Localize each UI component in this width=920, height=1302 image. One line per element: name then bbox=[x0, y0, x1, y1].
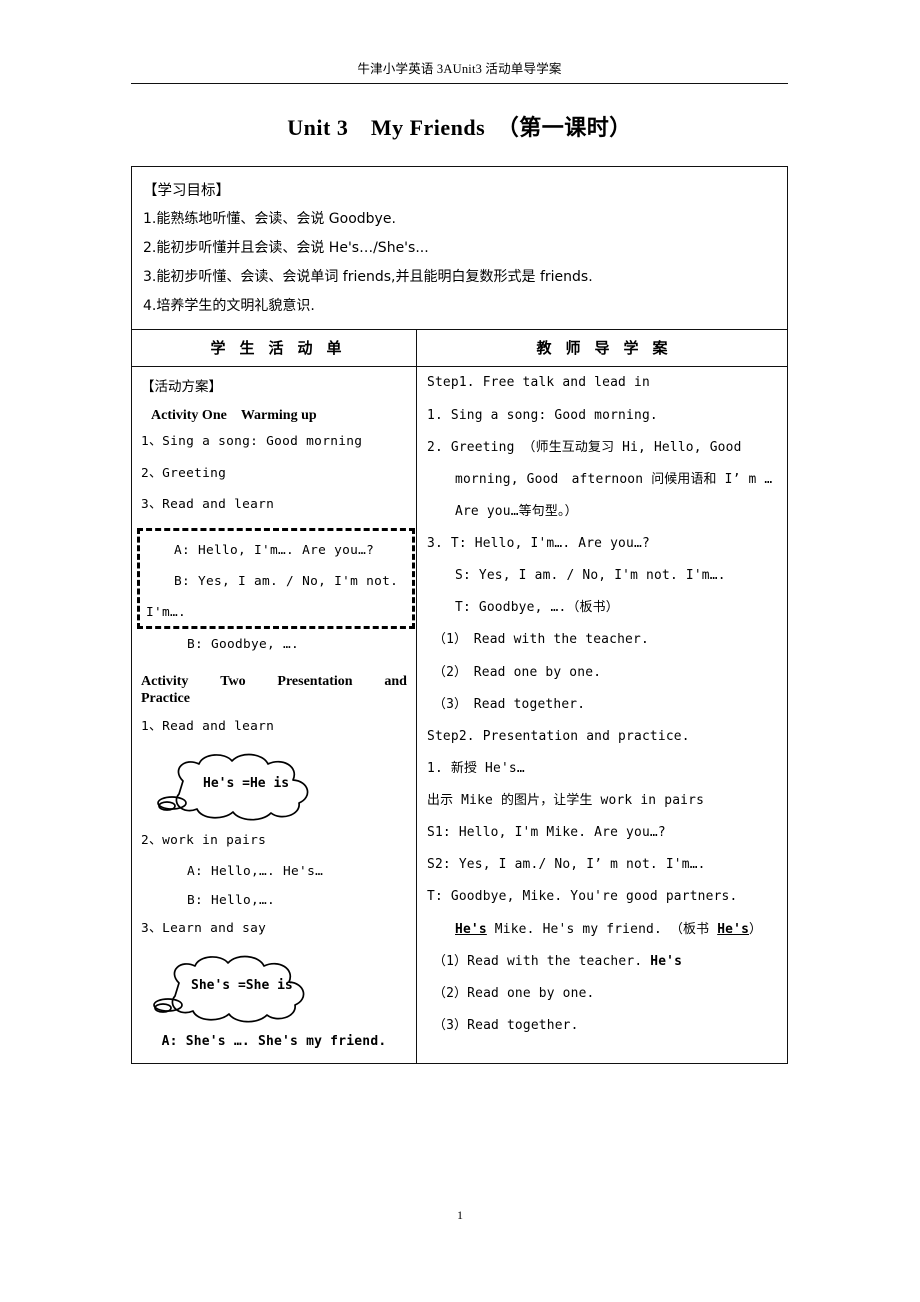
lesson-body-row: 【活动方案】 Activity One Warming up 1、Sing a … bbox=[132, 367, 787, 1064]
page-number: 1 bbox=[457, 1208, 463, 1222]
step1-item-2-cont: morning, Good afternoon 问候用语和 I’ m … bbox=[455, 471, 773, 487]
cloud-bubble-text: She's =She is bbox=[191, 978, 293, 994]
activity-two-word: Presentation bbox=[277, 674, 353, 690]
activity-plan-heading: 【活动方案】 bbox=[141, 379, 222, 396]
activity-two-word: Activity bbox=[141, 674, 189, 690]
activity-one-item: 2、Greeting bbox=[141, 465, 227, 481]
activity-one-item: 1、Sing a song: Good morning bbox=[141, 434, 363, 450]
objective-item: 2.能初步听懂并且会读、会说 He's…/She's... bbox=[143, 240, 429, 257]
activity-two-title: Activity Two Presentation and bbox=[141, 674, 407, 690]
dialogue-line-b: B: Yes, I am. / No, I'm not. bbox=[174, 574, 399, 590]
dialogue-line-a: A: Hello, I'm…. Are you…? bbox=[174, 543, 375, 559]
dialogue-line-c: I'm…. bbox=[146, 605, 187, 621]
step2-sub-3: （3）Read together. bbox=[433, 1017, 579, 1033]
learning-objectives-cell: 【学习目标】 1.能熟练地听懂、会读、会说 Goodbye. 2.能初步听懂并且… bbox=[132, 167, 787, 331]
pair-line-a: A: Hello,…. He's… bbox=[187, 864, 324, 880]
step1-heading: Step1. Free talk and lead in bbox=[427, 375, 650, 391]
step1-sub-1: （1） Read with the teacher. bbox=[433, 632, 649, 648]
cloud-bubble-text: He's =He is bbox=[203, 775, 290, 791]
cloud-bubble-hes: He's =He is bbox=[141, 751, 407, 823]
step2-show-picture: 出示 Mike 的图片，让学生 work in pairs bbox=[427, 793, 705, 808]
page-title: Unit 3 My Friends （第一课时） bbox=[287, 115, 632, 140]
step2-heading: Step2. Presentation and practice. bbox=[427, 728, 690, 744]
student-activity-cell: 【活动方案】 Activity One Warming up 1、Sing a … bbox=[132, 367, 417, 1064]
step1-item-3-teacher-2: T: Goodbye, ….（板书） bbox=[455, 600, 619, 616]
document-page: 牛津小学英语 3AUnit3 活动单导学案 Unit 3 My Friends … bbox=[0, 0, 920, 1302]
objective-item: 4.培养学生的文明礼貌意识. bbox=[143, 298, 315, 315]
student-column-header: 学生活动单 bbox=[132, 330, 417, 367]
activity-two-item: 1、Read and learn bbox=[141, 719, 275, 735]
step2-sub-2: （2）Read one by one. bbox=[433, 985, 595, 1001]
step1-item-1: 1. Sing a song: Good morning. bbox=[427, 407, 658, 423]
teacher-guide-cell: Step1. Free talk and lead in 1. Sing a s… bbox=[417, 367, 787, 1063]
activity-two-item: 2、work in pairs bbox=[141, 832, 267, 848]
step2-sub-1-bold: He's bbox=[650, 953, 683, 969]
activity-one-item: 3、Read and learn bbox=[141, 497, 275, 513]
activity-two-item: 3、Learn and say bbox=[141, 921, 267, 937]
activity-one-title: Activity One Warming up bbox=[151, 408, 317, 424]
step2-item-1: 1. 新授 He's… bbox=[427, 760, 525, 776]
running-header: 牛津小学英语 3AUnit3 活动单导学案 bbox=[357, 62, 562, 76]
step1-item-2: 2. Greeting （师生互动复习 Hi, Hello, Good bbox=[427, 439, 742, 455]
dialogue-dashed-box: A: Hello, I'm…. Are you…? B: Yes, I am. … bbox=[137, 528, 415, 630]
objectives-heading: 【学习目标】 bbox=[143, 183, 230, 199]
step2-student-1: S1: Hello, I'm Mike. Are you…? bbox=[427, 825, 666, 841]
hes-underline-2: He's bbox=[717, 921, 750, 937]
final-practice-line: A: She's …. She's my friend. bbox=[161, 1034, 387, 1050]
pair-line-b: B: Hello,…. bbox=[187, 893, 276, 909]
lesson-plan-table: 【学习目标】 1.能熟练地听懂、会读、会说 Goodbye. 2.能初步听懂并且… bbox=[131, 166, 788, 1065]
column-header-row: 学生活动单 教师导学案 bbox=[132, 330, 787, 368]
hes-underline: He's bbox=[455, 921, 487, 937]
activity-two-word: Two bbox=[220, 674, 246, 690]
objective-item: 3.能初步听懂、会读、会说单词 friends,并且能明白复数形式是 frien… bbox=[143, 269, 593, 286]
header-divider-rule bbox=[131, 83, 788, 84]
step1-sub-3: （3） Read together. bbox=[433, 696, 586, 712]
step2-sub-1: （1）Read with the teacher. He's bbox=[427, 954, 777, 970]
step1-item-2-cont: Are you…等句型。） bbox=[455, 503, 578, 519]
teacher-column-header: 教师导学案 bbox=[536, 339, 682, 358]
step2-sub-1-text: （1）Read with the teacher. bbox=[433, 953, 651, 969]
step1-item-3-student: S: Yes, I am. / No, I'm not. I'm…. bbox=[455, 568, 726, 584]
activity-two-title-line2: Practice bbox=[141, 691, 190, 707]
objective-item: 1.能熟练地听懂、会读、会说 Goodbye. bbox=[143, 211, 396, 227]
step1-sub-2: （2） Read one by one. bbox=[433, 664, 602, 680]
step2-teacher-cont: He's Mike. He's my friend. （板书 He's） bbox=[427, 922, 777, 938]
dialogue-goodbye-line: B: Goodbye, …. bbox=[187, 637, 300, 653]
step2-teacher: T: Goodbye, Mike. You're good partners. bbox=[427, 889, 738, 905]
hes-close-paren: ） bbox=[749, 921, 763, 937]
hes-sentence: Mike. He's my friend. （板书 bbox=[486, 921, 718, 937]
cloud-bubble-shes: She's =She is bbox=[141, 952, 407, 1026]
activity-two-word: and bbox=[384, 674, 407, 690]
step2-student-2: S2: Yes, I am./ No, I’ m not. I'm…. bbox=[427, 857, 706, 873]
step1-item-3-teacher: 3. T: Hello, I'm…. Are you…? bbox=[427, 536, 650, 551]
